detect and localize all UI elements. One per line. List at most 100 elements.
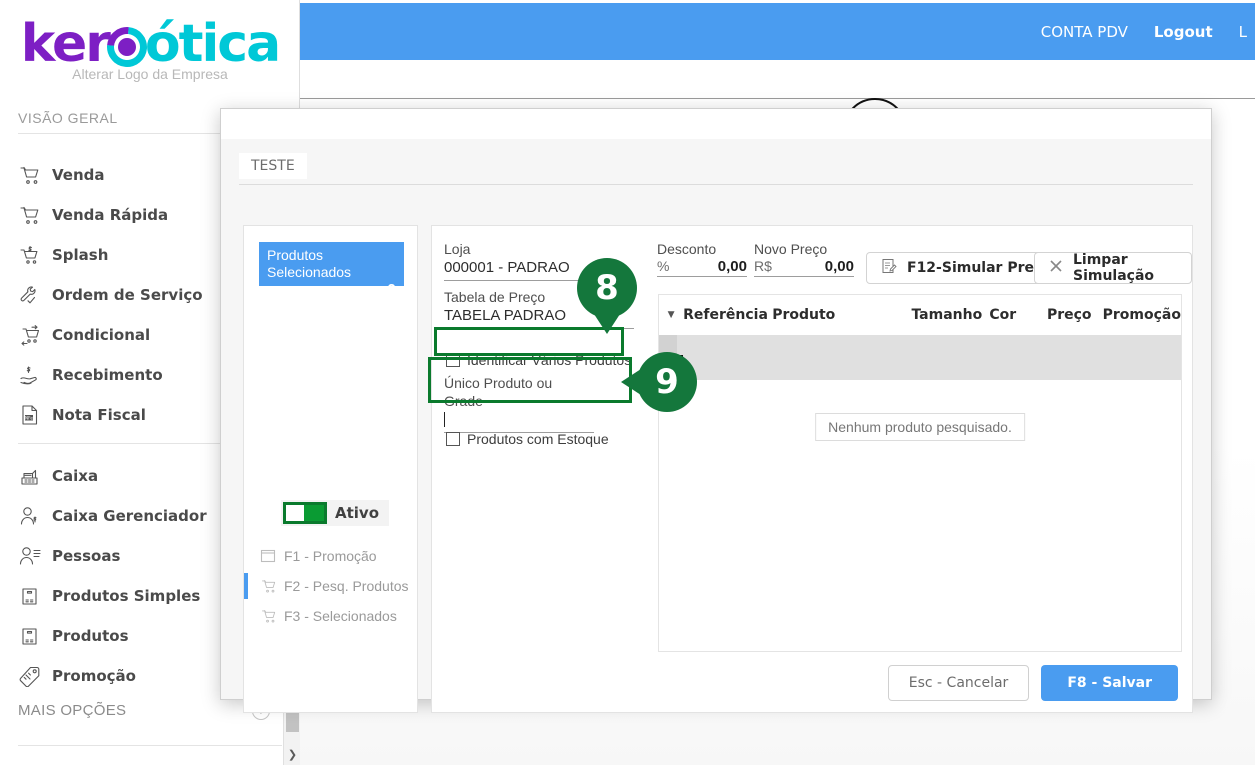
modal-body: TESTE Produtos Selecionados 0 Ativo F1 -… xyxy=(221,139,1211,713)
novo-preco-label: Novo Preço xyxy=(754,241,828,257)
hand-money-icon xyxy=(18,360,52,390)
section-label-visao-geral: VISÃO GERAL xyxy=(18,110,118,126)
modal-right-panel: Loja 000001 - PADRAO Tabela de Preço TAB… xyxy=(431,225,1193,713)
novo-preco-field[interactable]: Novo Preço R$ 0,00 xyxy=(754,240,854,277)
desconto-unit: % xyxy=(657,258,670,274)
close-x-icon xyxy=(1049,259,1063,277)
grid-empty-message: Nenhum produto pesquisado. xyxy=(815,413,1025,441)
modal-tabs: TESTE xyxy=(239,147,1193,185)
mais-opcoes-label[interactable]: MAIS OPÇÕES xyxy=(18,702,126,719)
tabela-preco-label: Tabela de Preço xyxy=(444,289,546,305)
logo-text-part2: ótica xyxy=(144,14,281,74)
box-icon xyxy=(18,581,52,611)
sort-caret-icon[interactable]: ▼ xyxy=(659,310,683,320)
topbar-link-conta-pdv[interactable]: CONTA PDV xyxy=(1041,23,1128,41)
toggle-knob xyxy=(304,505,324,521)
selected-products-title: Produtos Selecionados xyxy=(267,247,352,280)
sidebar-item-label: Splash xyxy=(52,246,109,264)
cart-arrow-icon xyxy=(18,320,52,350)
content-divider-line xyxy=(300,98,1255,99)
sidebar-item-label: Ordem de Serviço xyxy=(52,286,203,304)
logo-text-part1: ker xyxy=(20,14,111,74)
tabela-preco-field[interactable]: Tabela de Preço TABELA PADRAO xyxy=(444,288,634,329)
scroll-down-chevron-icon[interactable]: ❯ xyxy=(284,743,301,765)
produtos-estoque-checkbox[interactable] xyxy=(446,432,460,446)
text-cursor xyxy=(444,412,445,427)
sidebar-item-label: Produtos xyxy=(52,627,129,645)
ativo-label: Ativo xyxy=(335,504,380,522)
cart-icon xyxy=(18,160,52,190)
sidebar-item-label: Promoção xyxy=(52,667,136,685)
selected-products-count: 0 xyxy=(387,282,396,299)
topbar-link-truncated[interactable]: L xyxy=(1239,23,1247,41)
grid-column-header[interactable]: Cor xyxy=(989,307,1047,323)
novo-preco-value: 0,00 xyxy=(824,258,854,275)
nfe-document-icon: NFe xyxy=(18,400,52,430)
grid-header-row: ▼ Referência Produto Tamanho Cor Preço Promoç… xyxy=(659,295,1181,335)
grid-filter-band xyxy=(659,335,1181,380)
cart-icon xyxy=(260,578,284,594)
sidebar-divider-bottom xyxy=(18,745,282,746)
save-button[interactable]: F8 - Salvar xyxy=(1041,665,1178,701)
limpar-simulacao-button[interactable]: Limpar Simulação xyxy=(1034,252,1192,284)
fkey-label: F1 - Promoção xyxy=(284,548,377,564)
wrench-check-icon xyxy=(18,280,52,310)
logo-ring-icon xyxy=(98,18,156,76)
grid-column-header[interactable]: Promoção xyxy=(1103,307,1181,323)
desconto-field[interactable]: Desconto % 0,00 xyxy=(657,240,747,277)
fkey-item-f1[interactable]: F1 - Promoção xyxy=(244,541,419,571)
modal-footer: Esc - Cancelar F8 - Salvar xyxy=(432,654,1192,712)
fkey-item-f3[interactable]: F3 - Selecionados xyxy=(244,601,419,631)
ativo-toggle[interactable] xyxy=(283,502,327,524)
sidebar-item-label: Pessoas xyxy=(52,547,121,565)
modal-left-panel: Produtos Selecionados 0 Ativo F1 - Promo… xyxy=(243,225,418,713)
grid-column-header[interactable]: Preço xyxy=(1047,307,1103,323)
sidebar-item-label: Recebimento xyxy=(52,366,163,384)
product-search-modal: TESTE Produtos Selecionados 0 Ativo F1 -… xyxy=(220,108,1212,713)
unico-produto-field[interactable]: Único Produto ou Grade xyxy=(444,374,594,433)
svg-text:NFe: NFe xyxy=(25,415,33,420)
price-tag-icon xyxy=(18,661,52,691)
topbar-link-logout[interactable]: Logout xyxy=(1154,23,1213,41)
unico-produto-label: Único Produto ou Grade xyxy=(444,375,553,409)
box-icon xyxy=(18,621,52,651)
produtos-estoque-label: Produtos com Estoque xyxy=(467,431,609,447)
alterar-logo-link[interactable]: Alterar Logo da Empresa xyxy=(0,66,300,82)
person-list-icon xyxy=(18,541,52,571)
desconto-label: Desconto xyxy=(657,241,717,257)
identificar-varios-label: Identificar Vários Produtos xyxy=(467,352,632,368)
grid-column-header[interactable]: Referência xyxy=(683,307,772,323)
grid-column-header[interactable]: Produto xyxy=(772,307,911,323)
tabela-preco-value: TABELA PADRAO xyxy=(444,306,634,329)
promo-icon xyxy=(260,548,284,564)
cancel-button[interactable]: Esc - Cancelar xyxy=(887,665,1030,701)
desconto-value: 0,00 xyxy=(717,258,747,275)
fkey-shortcut-list: F1 - Promoção F2 - Pesq. Produtos F3 - Sel… xyxy=(244,541,419,631)
cart-icon xyxy=(260,608,284,624)
person-money-icon xyxy=(18,501,52,531)
modal-top-strip xyxy=(221,109,1211,139)
identificar-varios-produtos-row[interactable]: Identificar Vários Produtos xyxy=(446,352,631,368)
cart-money-icon xyxy=(18,240,52,270)
sidebar-item-label: Condicional xyxy=(52,326,151,344)
ativo-toggle-row[interactable]: Ativo xyxy=(281,500,390,526)
identificar-varios-checkbox[interactable] xyxy=(446,353,460,367)
sidebar-item-label: Caixa xyxy=(52,467,99,485)
products-grid: ▼ Referência Produto Tamanho Cor Preço Promoç… xyxy=(658,294,1182,652)
fkey-label: F2 - Pesq. Produtos xyxy=(284,578,409,594)
sidebar-item-label: Venda xyxy=(52,166,105,184)
unico-produto-input[interactable] xyxy=(444,410,594,433)
tab-teste[interactable]: TESTE xyxy=(239,153,307,179)
novo-preco-unit: R$ xyxy=(754,258,772,274)
loja-field[interactable]: Loja 000001 - PADRAO xyxy=(444,240,634,281)
loja-label: Loja xyxy=(444,241,471,257)
grid-column-header[interactable]: Tamanho xyxy=(911,307,989,323)
fkey-label: F3 - Selecionados xyxy=(284,608,397,624)
grid-select-all-checkbox[interactable] xyxy=(670,355,683,368)
produtos-com-estoque-row[interactable]: Produtos com Estoque xyxy=(446,431,609,447)
screenshot-root: ker ótica Alterar Logo da Empresa VISÃO G… xyxy=(0,0,1255,765)
document-edit-icon xyxy=(881,258,897,278)
loja-value: 000001 - PADRAO xyxy=(444,258,634,281)
cart-fast-icon xyxy=(18,200,52,230)
fkey-item-f2[interactable]: F2 - Pesq. Produtos xyxy=(244,571,419,601)
